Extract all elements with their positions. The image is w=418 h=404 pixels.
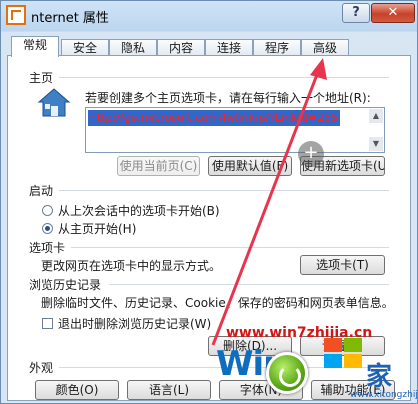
home-separator — [59, 77, 389, 78]
languages-button[interactable]: 语言(L) — [127, 380, 211, 400]
history-section-label: 浏览历史记录 — [29, 278, 102, 292]
use-default-button[interactable]: 使用默认值(F) — [208, 156, 292, 176]
scroll-up-arrow-icon[interactable]: ▲ — [369, 109, 383, 123]
home-description: 若要创建多个主页选项卡，请在每行输入一个地址(R): — [85, 91, 371, 105]
home-icon — [37, 88, 71, 117]
tabs-description: 更改网页在选项卡中的显示方式。 — [41, 259, 222, 273]
title-bar: nternet 属性 ? ✕ — [1, 1, 418, 31]
home-section-label: 主页 — [29, 71, 54, 85]
use-current-button[interactable]: 使用当前页(C) — [117, 156, 200, 176]
window-title: nternet 属性 — [31, 11, 109, 26]
app-icon — [6, 5, 26, 25]
scroll-down-arrow-icon[interactable]: ▼ — [369, 137, 383, 151]
startup-home-label[interactable]: 从主页开始(H) — [58, 220, 136, 237]
appearance-section-label: 外观 — [29, 361, 54, 375]
startup-last-session-label[interactable]: 从上次会话中的选项卡开始(B) — [58, 202, 220, 219]
startup-separator — [59, 190, 389, 191]
startup-home-radio[interactable] — [42, 223, 53, 234]
colors-button[interactable]: 颜色(O) — [35, 380, 119, 400]
history-separator — [109, 284, 389, 285]
startup-last-session-radio[interactable] — [42, 205, 53, 216]
windows-seven-logo-icon — [324, 338, 362, 368]
home-url-text: http://go.microsoft.com/fwlink/p/?LinkId… — [88, 110, 341, 126]
tabs-separator — [71, 247, 389, 248]
startup-section-label: 启动 — [29, 184, 54, 198]
home-url-textarea[interactable]: http://go.microsoft.com/fwlink/p/?LinkId… — [85, 107, 385, 153]
close-button[interactable]: ✕ — [371, 3, 415, 23]
watermark-url-text: www.xitongzhijia — [350, 390, 418, 400]
help-button[interactable]: ? — [342, 3, 370, 23]
tabs-settings-button[interactable]: 选项卡(T) — [300, 255, 385, 275]
zoom-plus-icon: + — [298, 141, 324, 167]
history-description: 删除临时文件、历史记录、Cookie、保存的密码和网页表单信息。 — [41, 296, 394, 310]
tab-general[interactable]: 常规 — [11, 36, 59, 57]
delete-on-exit-label[interactable]: 退出时删除浏览历史记录(W) — [58, 315, 211, 332]
tabs-section-label: 选项卡 — [29, 241, 66, 255]
watermark-suffix-text: 家 — [366, 362, 393, 392]
delete-on-exit-checkbox[interactable] — [42, 318, 53, 329]
watermark-logo-icon — [266, 352, 308, 394]
